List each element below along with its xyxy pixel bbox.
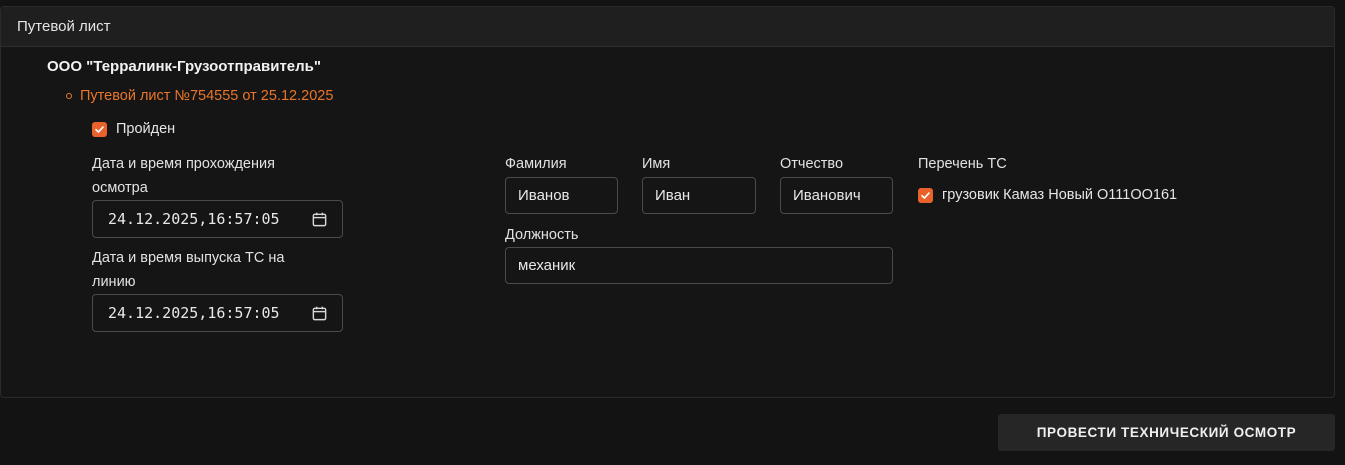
name-label: Имя <box>642 156 671 172</box>
inspection-datetime-value: 24.12.2025,16:57:05 <box>108 210 280 228</box>
calendar-icon[interactable] <box>311 305 328 322</box>
waybill-link[interactable]: Путевой лист №754555 от 25.12.2025 <box>66 88 333 104</box>
release-datetime-input[interactable]: 24.12.2025,16:57:05 <box>92 294 343 332</box>
position-value: механик <box>518 257 576 274</box>
vehicle-checkbox[interactable] <box>918 187 933 203</box>
checkmark-icon <box>95 125 104 133</box>
panel-header: Путевой лист <box>1 7 1334 47</box>
name-input[interactable]: Иван <box>642 177 756 214</box>
release-datetime-label-line2: линию <box>92 274 136 290</box>
position-label: Должность <box>505 227 579 243</box>
panel-title: Путевой лист <box>17 18 111 35</box>
organization-name: ООО "Терралинк-Грузоотправитель" <box>47 58 321 75</box>
position-input[interactable]: механик <box>505 247 893 284</box>
inspection-datetime-label-line2: осмотра <box>92 180 148 196</box>
release-datetime-label: Дата и время выпуска ТС на линию <box>92 246 284 294</box>
inspection-datetime-input[interactable]: 24.12.2025,16:57:05 <box>92 200 343 238</box>
surname-label: Фамилия <box>505 156 567 172</box>
inspection-datetime-label: Дата и время прохождения осмотра <box>92 152 275 200</box>
inspection-datetime-label-line1: Дата и время прохождения <box>92 156 275 172</box>
release-datetime-value: 24.12.2025,16:57:05 <box>108 304 280 322</box>
run-inspection-button[interactable]: ПРОВЕСТИ ТЕХНИЧЕСКИЙ ОСМОТР <box>998 414 1335 451</box>
passed-checkbox-label: Пройден <box>116 121 176 137</box>
waybill-link-text[interactable]: Путевой лист №754555 от 25.12.2025 <box>80 88 333 104</box>
vehicle-item-label: грузовик Камаз Новый О111ОО161 <box>942 187 1178 203</box>
patronymic-value: Иванович <box>793 187 861 204</box>
vehicles-label: Перечень ТС <box>918 156 1007 172</box>
surname-value: Иванов <box>518 187 570 204</box>
passed-checkbox-row[interactable]: Пройден <box>92 121 175 137</box>
release-datetime-label-line1: Дата и время выпуска ТС на <box>92 250 285 266</box>
calendar-icon[interactable] <box>311 211 328 228</box>
checkmark-icon <box>921 191 930 199</box>
surname-input[interactable]: Иванов <box>505 177 618 214</box>
passed-checkbox[interactable] <box>92 121 107 137</box>
list-bullet-icon <box>66 93 72 99</box>
patronymic-label: Отчество <box>780 156 844 172</box>
name-value: Иван <box>655 187 691 204</box>
patronymic-input[interactable]: Иванович <box>780 177 893 214</box>
vehicle-item[interactable]: грузовик Камаз Новый О111ОО161 <box>918 187 1177 203</box>
